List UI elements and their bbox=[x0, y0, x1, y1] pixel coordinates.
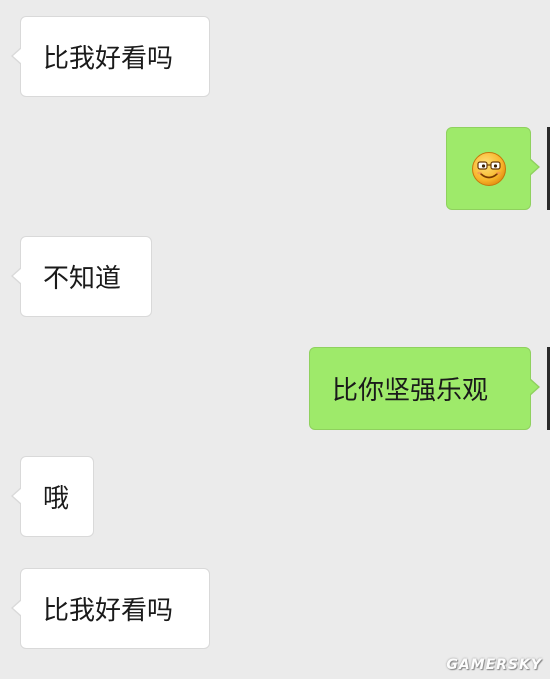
message-text: 比我好看吗 bbox=[43, 596, 174, 626]
smiling-with-glasses-emoji-icon bbox=[471, 151, 506, 186]
message-text: 哦 bbox=[43, 484, 70, 514]
message-text: 比你坚强乐观 bbox=[332, 376, 489, 406]
message-bubble-incoming[interactable]: 比我好看吗 bbox=[11, 568, 210, 649]
emoji-container bbox=[447, 151, 530, 187]
message-text: 比我好看吗 bbox=[43, 44, 174, 74]
message-bubble-incoming[interactable]: 哦 bbox=[11, 456, 94, 537]
message-bubble-incoming[interactable]: 比我好看吗 bbox=[11, 16, 210, 97]
message-bubble-outgoing[interactable]: 比你坚强乐观 bbox=[309, 347, 540, 430]
message-bubble-outgoing[interactable] bbox=[446, 127, 540, 210]
message-bubble-incoming[interactable]: 不知道 bbox=[11, 236, 152, 317]
message-text: 不知道 bbox=[43, 264, 122, 294]
watermark: GAMERSKY bbox=[446, 657, 542, 673]
